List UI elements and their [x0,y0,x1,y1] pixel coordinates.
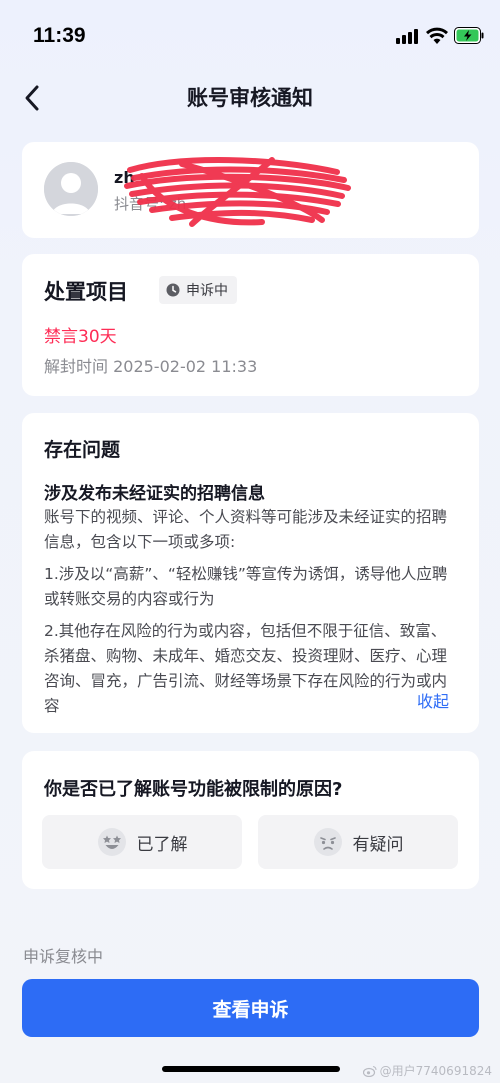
nav-bar: 账号审核通知 [0,70,500,126]
confused-face-icon [313,828,342,856]
understood-label: 已了解 [136,834,188,855]
watermark-text: @用户7740691824 [379,1064,492,1078]
avatar[interactable] [44,162,98,216]
issue-subtitle: 涉及发布未经证实的招聘信息 [44,484,265,504]
default-avatar-icon [44,162,98,216]
feedback-question: 你是否已了解账号功能被限制的原因? [44,779,343,800]
action-card: 处置项目 申诉中 禁言30天 解封时间 2025-02-02 11:33 [22,254,479,396]
user-card: zh 抖音号: zh [22,142,479,238]
status-icons [396,26,486,46]
status-bar: 11:39 [0,0,500,70]
unban-time: 解封时间 2025-02-02 11:33 [44,357,258,376]
issue-description: 账号下的视频、评论、个人资料等可能涉及未经证实的招聘信息，包含以下一项或多项: [44,508,448,551]
watermark: @用户7740691824 [362,1062,492,1079]
appeal-badge-label: 申诉中 [186,283,228,299]
penalty-text: 禁言30天 [44,327,117,347]
status-time: 11:39 [33,24,86,47]
starry-eyes-emoji-icon [97,828,126,856]
review-status: 申诉复核中 [23,947,104,966]
collapse-link[interactable]: 收起 [410,688,449,712]
issue-item: 1.涉及以“高薪”、“轻松赚钱”等宣传为诱饵，诱导他人应聘或转账交易的内容或行为 [44,565,448,608]
feedback-card: 你是否已了解账号功能被限制的原因? 已了解 有疑问 [22,751,479,889]
action-title: 处置项目 [44,280,128,304]
view-appeal-button[interactable]: 查看申诉 [22,979,479,1037]
have-question-label: 有疑问 [352,834,404,855]
cellular-signal-icon [396,28,420,44]
appeal-status-badge: 申诉中 [159,276,237,304]
have-question-button[interactable]: 有疑问 [258,815,458,869]
home-indicator [162,1066,340,1072]
weibo-logo-icon [362,1065,377,1077]
battery-charging-icon [454,27,484,44]
issue-title: 存在问题 [44,439,121,461]
understood-button[interactable]: 已了解 [42,815,242,869]
redaction-scribble [124,157,351,227]
page-title: 账号审核通知 [187,86,313,110]
issue-card: 存在问题 涉及发布未经证实的招聘信息 账号下的视频、评论、个人资料等可能涉及未经… [22,413,479,733]
issue-item: 2.其他存在风险的行为或内容，包括但不限于征信、致富、杀猪盘、购物、未成年、婚恋… [44,622,448,715]
clock-icon [166,283,180,297]
wifi-icon [426,27,448,44]
